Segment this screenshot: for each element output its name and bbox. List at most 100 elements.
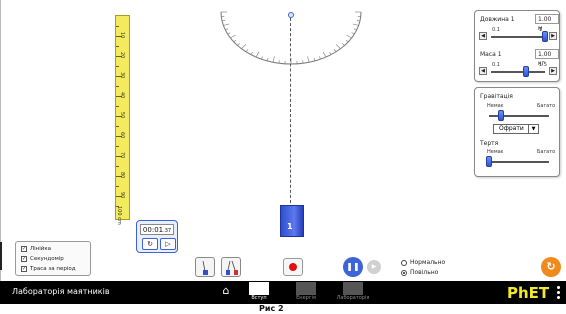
- protractor-tick: [345, 39, 349, 43]
- ruler-tick: [116, 26, 119, 27]
- period-trace-checkbox-row[interactable]: ✓ Траса за період: [21, 266, 76, 272]
- mass-min: 0.1: [492, 62, 500, 68]
- speed-normal-radio[interactable]: [401, 259, 407, 266]
- protractor: [220, 11, 362, 65]
- friction-slider-thumb[interactable]: [486, 156, 492, 167]
- ruler-checkbox-label: Лінійка: [30, 246, 52, 252]
- two-pendulums-icon: [226, 260, 238, 275]
- protractor-tick: [336, 44, 341, 50]
- ruler-mark: 30: [119, 72, 125, 79]
- protractor-tick: [222, 20, 226, 22]
- record-button[interactable]: [283, 258, 303, 276]
- ruler-tick: [116, 86, 119, 87]
- stopwatch-fraction: .37: [163, 228, 172, 234]
- protractor-tick: [241, 44, 246, 50]
- length-increase-button[interactable]: ▶: [549, 32, 557, 40]
- menu-icon[interactable]: [557, 286, 560, 300]
- mass-slider-track[interactable]: [491, 71, 545, 73]
- mass-slider-thumb[interactable]: [522, 66, 529, 77]
- ruler-mark: 70: [119, 152, 125, 159]
- screen-tab-energy[interactable]: Енергія: [286, 282, 326, 303]
- protractor-tick: [266, 57, 269, 61]
- stopwatch-play-button[interactable]: ▷: [160, 238, 176, 250]
- screen-thumbnail: [343, 282, 363, 295]
- length-min: 0.1: [492, 27, 500, 33]
- stopwatch-display: 00:01.37: [140, 224, 174, 235]
- ruler[interactable]: 10 20 30 40 50 60 70 80 90: [115, 15, 130, 220]
- step-forward-button[interactable]: ▶: [367, 260, 381, 274]
- mass-label: Маса 1: [480, 51, 502, 58]
- protractor-tick: [352, 23, 359, 26]
- protractor-tick: [346, 34, 352, 39]
- home-icon[interactable]: ⌂: [218, 284, 234, 298]
- stopwatch-checkbox[interactable]: ✓: [21, 256, 27, 262]
- one-pendulum-icon: [202, 260, 208, 275]
- stopwatch-checkbox-row[interactable]: ✓ Секундомір: [21, 256, 64, 262]
- protractor-tick: [233, 39, 237, 43]
- stopwatch-reset-button[interactable]: ↻: [142, 238, 158, 250]
- stopwatch-checkbox-label: Секундомір: [30, 256, 64, 262]
- friction-high-label: Багато: [537, 149, 556, 155]
- mass-increase-button[interactable]: ▶: [549, 67, 557, 75]
- mass-value: 1.00 кг: [535, 49, 559, 67]
- period-trace-checkbox-label: Траса за період: [30, 266, 76, 272]
- protractor-tick: [225, 28, 229, 31]
- protractor-tick: [255, 51, 260, 58]
- length-label: Довжина 1: [480, 16, 515, 23]
- navigation-bar: Лабораторія маятників ⌂ Вступ Енергія Ла…: [0, 281, 566, 304]
- length-slider-thumb[interactable]: [542, 31, 548, 42]
- pause-button[interactable]: ❚❚: [343, 257, 363, 277]
- speed-normal-option[interactable]: Нормально: [401, 259, 445, 266]
- length-mass-panel: Довжина 1 1.00 м 0.1 1 ◀ ▶ Маса 1 1.00 к…: [474, 10, 560, 82]
- protractor-tick: [318, 56, 321, 60]
- screen-thumbnail: [296, 282, 316, 295]
- screen-tab-lab[interactable]: Лабораторія: [333, 282, 373, 303]
- mass-decrease-button[interactable]: ◀: [479, 67, 487, 75]
- protractor-tick: [329, 51, 332, 55]
- pendulum-bob-label: 1: [287, 222, 293, 231]
- chevron-down-icon: ▼: [528, 125, 538, 133]
- one-pendulum-button[interactable]: [195, 257, 215, 277]
- ruler-checkbox-row[interactable]: ✓ Лінійка: [21, 246, 51, 252]
- protractor-tick: [245, 49, 249, 53]
- length-decrease-button[interactable]: ◀: [479, 32, 487, 40]
- ruler-checkbox[interactable]: ✓: [21, 246, 27, 252]
- protractor-tick: [223, 23, 230, 26]
- pendulum-sim: 10 20 30 40 50 60 70 80 90 100 cm 1 Довж…: [0, 0, 566, 314]
- stopwatch-time: 00:01: [142, 226, 164, 234]
- two-pendulums-button[interactable]: [221, 257, 241, 277]
- screen-tab-intro[interactable]: Вступ: [239, 282, 279, 303]
- pendulum-rod: [290, 18, 291, 208]
- pendulum-bob[interactable]: [280, 205, 304, 237]
- figure-caption: Рис 2: [259, 304, 284, 313]
- speed-slow-radio[interactable]: [401, 269, 407, 276]
- protractor-tick: [230, 34, 236, 39]
- period-trace-checkbox[interactable]: ✓: [21, 266, 27, 272]
- friction-slider-track[interactable]: [489, 161, 549, 163]
- gravity-friction-panel: Гравітація Немає Багато Офрати ▼ Тертя Н…: [474, 87, 560, 177]
- protractor-tick: [302, 60, 304, 64]
- gravity-high-label: Багато: [537, 103, 556, 109]
- gravity-title: Гравітація: [480, 93, 513, 100]
- speed-slow-option[interactable]: Повільно: [401, 269, 438, 276]
- protractor-tick: [333, 49, 337, 53]
- ruler-mark: 50: [119, 112, 125, 119]
- reset-all-button[interactable]: ↻: [541, 257, 561, 277]
- pivot-point: [288, 12, 294, 18]
- tools-checkbox-panel: ✓ Лінійка ✓ Секундомір ✓ Траса за період: [15, 241, 91, 276]
- ruler-mark: 80: [119, 172, 125, 179]
- ruler-tick: [116, 46, 119, 47]
- celestial-body-select[interactable]: Офрати ▼: [493, 124, 539, 134]
- protractor-tick: [261, 56, 264, 60]
- protractor-tick: [356, 20, 360, 22]
- ruler-mark: 60: [119, 132, 125, 139]
- gravity-slider-thumb[interactable]: [498, 110, 504, 121]
- stopwatch[interactable]: 00:01.37 ↻ ▷: [136, 220, 178, 253]
- protractor-tick: [272, 56, 275, 63]
- phet-logo[interactable]: PhET: [507, 284, 549, 302]
- protractor-tick: [353, 28, 357, 31]
- length-slider-track[interactable]: [491, 36, 545, 38]
- play-icon: ▷: [165, 240, 171, 248]
- ruler-tick: [116, 66, 119, 67]
- mass-max: 1.5: [539, 62, 547, 68]
